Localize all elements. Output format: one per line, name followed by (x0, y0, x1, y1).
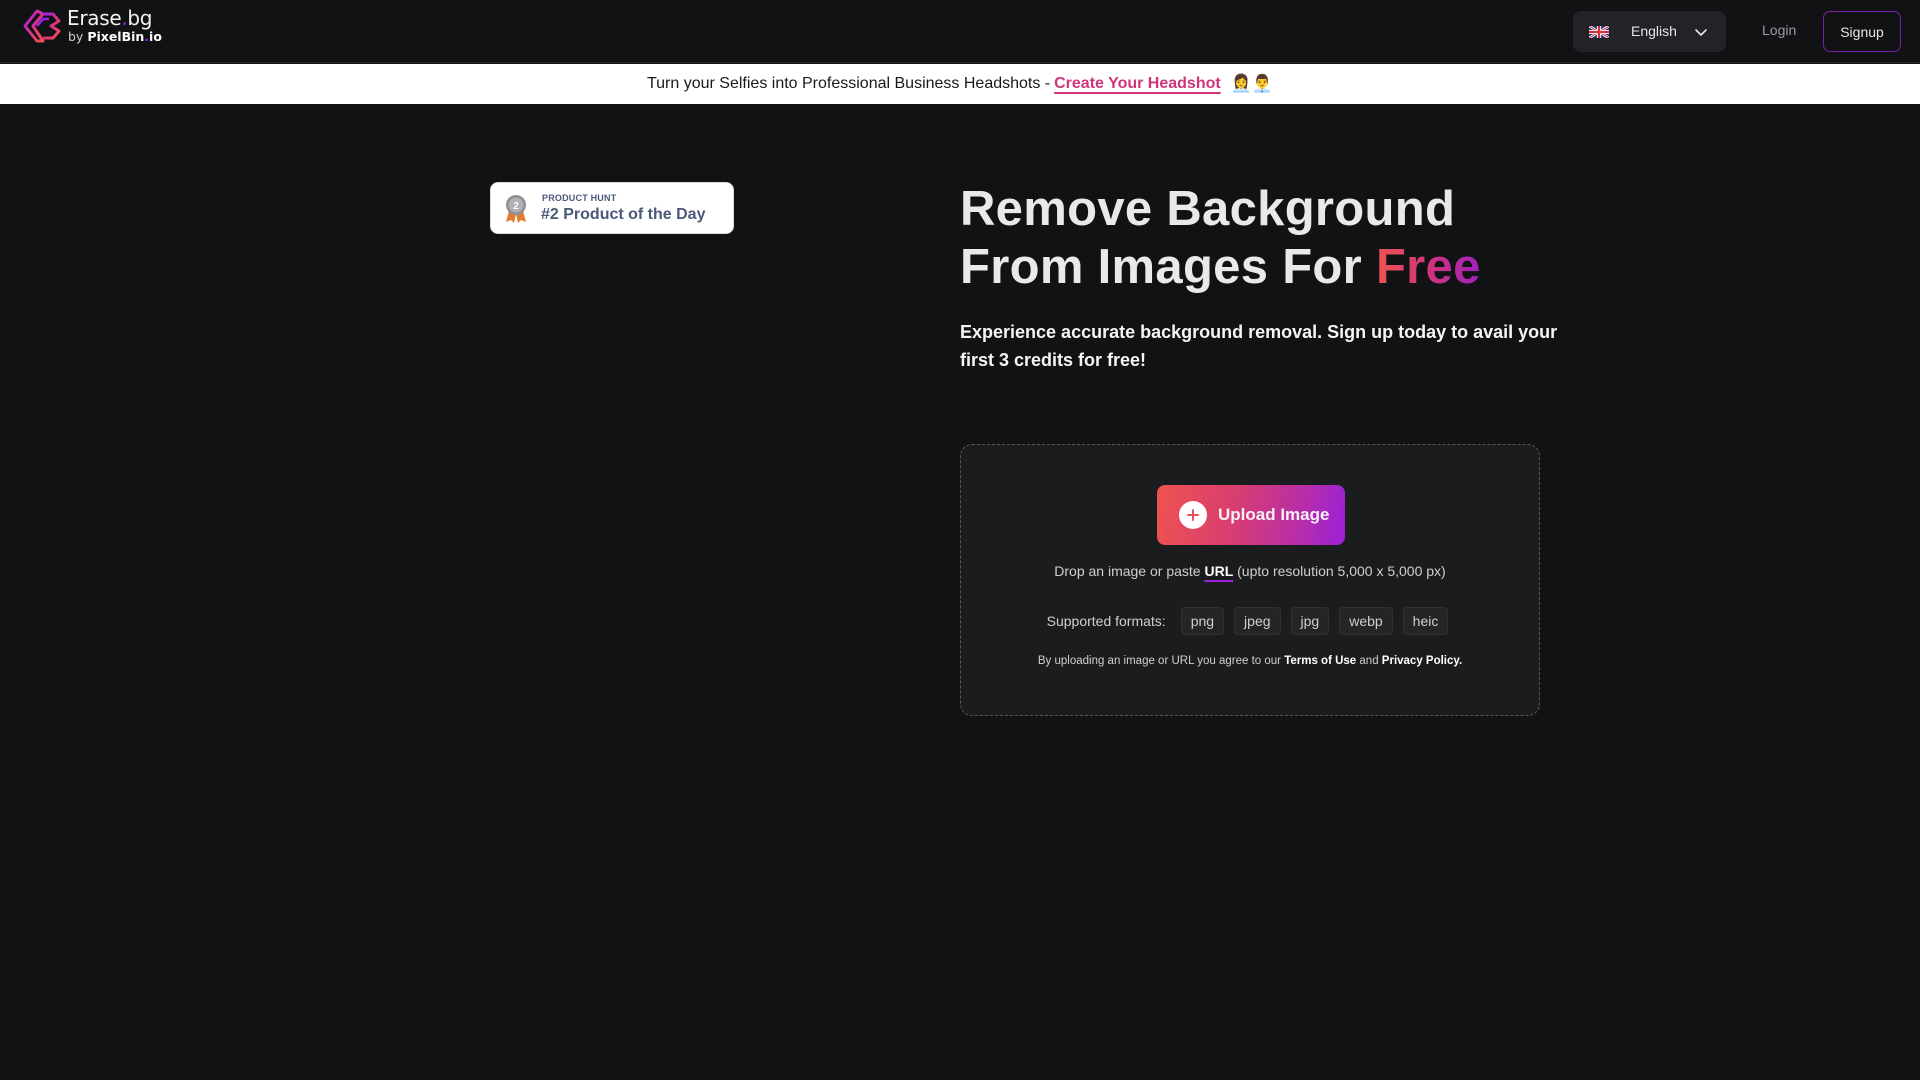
chevron-down-icon (1695, 29, 1707, 36)
paste-url-link[interactable]: URL (1204, 563, 1233, 579)
hero-title: Remove Background From Images For Free (960, 180, 1481, 296)
drop-instructions: Drop an image or paste URL (upto resolut… (1054, 563, 1446, 579)
promo-banner: Turn your Selfies into Professional Busi… (0, 64, 1920, 104)
erase-bg-logo-icon (23, 9, 61, 43)
supported-formats: Supported formats: png jpeg jpg webp hei… (961, 607, 1539, 635)
product-hunt-title: #2 Product of the Day (541, 206, 706, 223)
medal-icon: 2 (506, 195, 526, 223)
terms-notice: By uploading an image or URL you agree t… (1037, 655, 1463, 667)
medal-rank: 2 (513, 201, 519, 212)
signup-button[interactable]: Signup (1823, 11, 1901, 52)
terms-of-use-link[interactable]: Terms of Use (1284, 655, 1356, 667)
logo-subtitle: by PixelBin.io (68, 29, 162, 44)
product-hunt-badge[interactable]: 2 PRODUCT HUNT #2 Product of the Day (490, 182, 734, 234)
upload-image-button[interactable]: Upload Image (1157, 485, 1345, 545)
upload-image-label: Upload Image (1218, 505, 1330, 524)
hero-title-line1: Remove Background (960, 182, 1456, 236)
logo-title: Erase.bg (67, 6, 153, 30)
headshot-people-icon: 👩‍💼👨‍💼 (1230, 74, 1274, 93)
format-chip: jpeg (1234, 607, 1281, 635)
banner-text: Turn your Selfies into Professional Busi… (646, 75, 1051, 92)
uk-flag-icon (1589, 26, 1609, 38)
hero-title-highlight: Free (1375, 240, 1481, 294)
top-navbar: Erase.bg by PixelBin.io English Login Si… (0, 0, 1920, 63)
format-chip: png (1180, 607, 1225, 635)
format-chip: jpg (1290, 607, 1330, 635)
language-selector[interactable]: English (1573, 11, 1726, 52)
create-headshot-link[interactable]: Create Your Headshot (1054, 75, 1221, 93)
format-chip: webp (1339, 607, 1393, 635)
privacy-policy-link[interactable]: Privacy Policy. (1382, 655, 1462, 667)
product-hunt-kicker: PRODUCT HUNT (542, 193, 617, 203)
hero-title-line2: From Images For (960, 240, 1376, 294)
plus-icon (1179, 501, 1207, 529)
language-label: English (1631, 23, 1677, 39)
hero-subtitle: Experience accurate background removal. … (960, 322, 1558, 370)
login-link[interactable]: Login (1762, 22, 1796, 38)
logo-link[interactable]: Erase.bg by PixelBin.io (23, 8, 162, 44)
upload-dropzone[interactable]: Upload Image Drop an image or paste URL … (960, 444, 1540, 716)
formats-label: Supported formats: (1046, 613, 1166, 629)
format-chip: heic (1402, 607, 1449, 635)
